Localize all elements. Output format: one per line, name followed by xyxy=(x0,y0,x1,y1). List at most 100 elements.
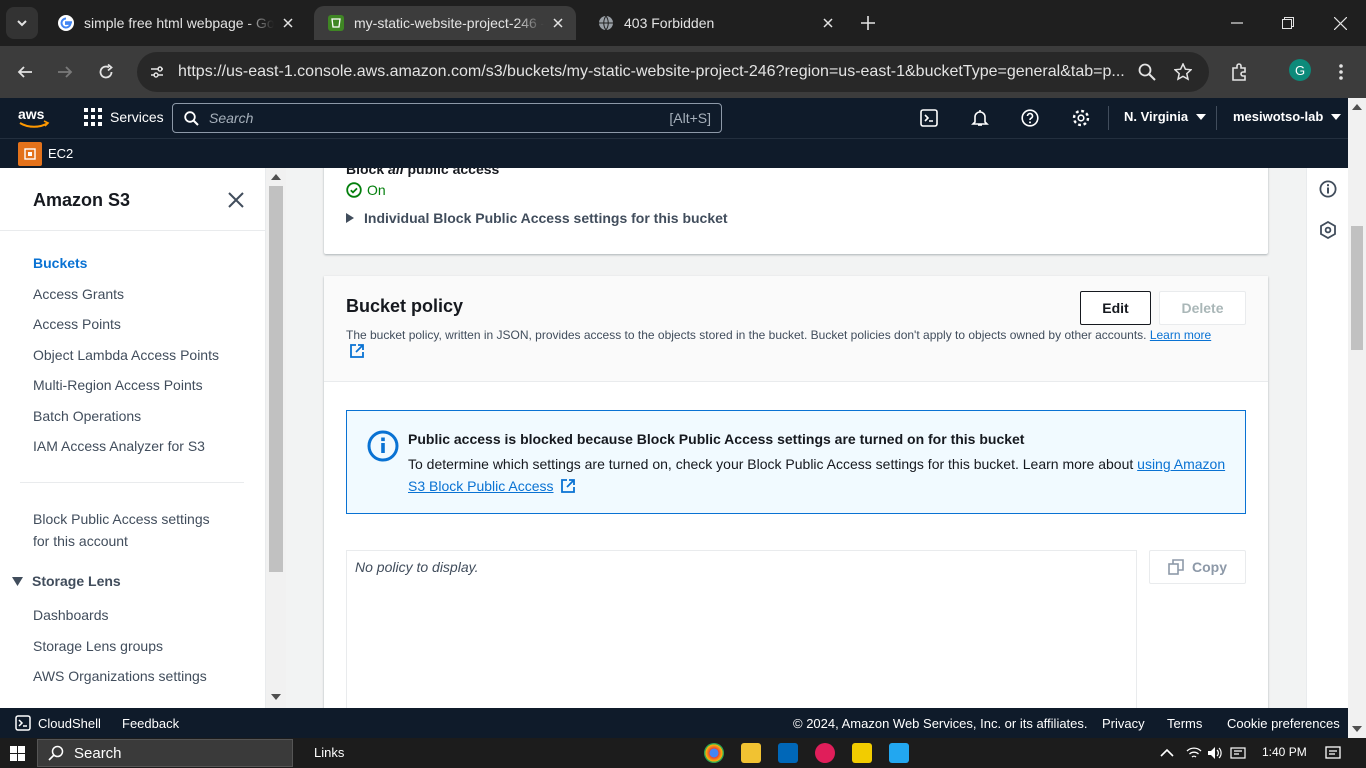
sidebar-item-bpa-account[interactable]: Block Public Access settings for this ac… xyxy=(33,508,210,552)
notification-center-icon[interactable] xyxy=(1325,745,1341,761)
storage-lens-section-toggle[interactable]: Storage Lens xyxy=(12,573,121,589)
region-selector[interactable]: N. Virginia xyxy=(1124,109,1207,124)
cookie-preferences-link[interactable]: Cookie preferences xyxy=(1227,716,1340,731)
aws-search-input[interactable]: Search [Alt+S] xyxy=(172,103,722,133)
sidebar-item-iam-analyzer[interactable]: IAM Access Analyzer for S3 xyxy=(33,435,205,457)
help-button[interactable] xyxy=(1020,108,1040,128)
restore-button[interactable] xyxy=(1277,12,1299,34)
copy-button[interactable]: Copy xyxy=(1149,550,1246,584)
scroll-down-icon[interactable] xyxy=(271,694,281,700)
policy-json-viewer[interactable]: No policy to display. xyxy=(346,550,1137,708)
sidebar-item-object-lambda[interactable]: Object Lambda Access Points xyxy=(33,344,219,366)
privacy-link[interactable]: Privacy xyxy=(1102,716,1145,731)
language-icon[interactable] xyxy=(1230,745,1246,761)
close-icon[interactable] xyxy=(228,192,244,208)
delete-button[interactable]: Delete xyxy=(1159,291,1246,325)
windows-taskbar: Search Links 1:40 PM xyxy=(0,738,1366,768)
services-menu[interactable]: Services xyxy=(84,108,164,126)
chrome-icon[interactable] xyxy=(704,743,724,763)
terms-link[interactable]: Terms xyxy=(1167,716,1202,731)
browser-menu-button[interactable] xyxy=(1329,60,1353,84)
settings-button[interactable] xyxy=(1071,108,1091,128)
divider xyxy=(0,230,265,231)
profile-avatar[interactable]: G xyxy=(1289,59,1311,81)
minimize-icon xyxy=(1231,22,1243,24)
close-icon[interactable] xyxy=(280,15,296,31)
outlook-icon[interactable] xyxy=(778,743,798,763)
aws-logo-icon[interactable]: aws xyxy=(17,107,51,129)
zoom-icon[interactable] xyxy=(1138,63,1156,81)
external-link-icon[interactable] xyxy=(350,344,364,358)
edit-button[interactable]: Edit xyxy=(1080,291,1151,325)
check-circle-icon xyxy=(346,182,362,198)
tab-s3-bucket[interactable]: my-static-website-project-246 - S3 bucke… xyxy=(314,6,576,40)
external-link-icon[interactable] xyxy=(561,479,576,493)
media-player-icon[interactable] xyxy=(852,743,872,763)
close-icon[interactable] xyxy=(820,15,836,31)
close-icon[interactable] xyxy=(550,15,566,31)
reload-icon xyxy=(99,64,113,79)
sidebar-item-storage-lens-groups[interactable]: Storage Lens groups xyxy=(33,635,163,657)
file-explorer-icon[interactable] xyxy=(741,743,761,763)
scroll-thumb[interactable] xyxy=(269,186,283,572)
sidebar-item-access-points[interactable]: Access Points xyxy=(33,313,121,335)
volume-icon[interactable] xyxy=(1207,745,1223,761)
notifications-button[interactable] xyxy=(970,108,990,128)
info-panel-icon[interactable] xyxy=(1319,180,1337,198)
ec2-icon[interactable] xyxy=(18,142,42,166)
windows-start-icon[interactable] xyxy=(10,746,25,761)
ec2-favorite-link[interactable]: EC2 xyxy=(48,146,73,161)
settings-hexagon-icon[interactable] xyxy=(1319,221,1337,239)
bookmark-star-icon[interactable] xyxy=(1174,63,1192,81)
links-toolbar[interactable]: Links xyxy=(314,745,344,760)
sidebar-item-buckets[interactable]: Buckets xyxy=(33,252,87,274)
tab-google-search[interactable]: simple free html webpage - Google Search xyxy=(44,6,306,40)
taskbar-search[interactable]: Search xyxy=(37,739,293,767)
terminal-icon xyxy=(15,715,31,731)
scroll-thumb[interactable] xyxy=(1351,226,1363,350)
slack-icon[interactable] xyxy=(815,743,835,763)
reload-button[interactable] xyxy=(94,60,118,84)
address-bar[interactable]: https://us-east-1.console.aws.amazon.com… xyxy=(137,52,1209,92)
extensions-button[interactable] xyxy=(1228,60,1252,84)
sidebar-item-batch-operations[interactable]: Batch Operations xyxy=(33,405,141,427)
sidebar-item-multi-region[interactable]: Multi-Region Access Points xyxy=(33,374,203,396)
arrow-right-icon xyxy=(58,66,73,78)
scroll-down-icon[interactable] xyxy=(1352,726,1362,732)
sidenav-scrollbar[interactable] xyxy=(266,168,286,708)
url-text[interactable]: https://us-east-1.console.aws.amazon.com… xyxy=(178,63,1128,81)
chevron-up-icon[interactable] xyxy=(1160,748,1174,757)
sidebar-item-access-grants[interactable]: Access Grants xyxy=(33,283,124,305)
back-button[interactable] xyxy=(13,60,37,84)
bpa-individual-settings-expander[interactable]: Individual Block Public Access settings … xyxy=(346,210,728,226)
sidenav-title[interactable]: Amazon S3 xyxy=(33,190,130,211)
vscode-icon[interactable] xyxy=(889,743,909,763)
bucket-policy-title: Bucket policy xyxy=(346,296,464,316)
page-scrollbar[interactable] xyxy=(1348,98,1366,738)
sidebar-item-dashboards[interactable]: Dashboards xyxy=(33,604,109,626)
close-icon xyxy=(1333,16,1347,30)
sidebar-item-org-settings[interactable]: AWS Organizations settings xyxy=(33,665,207,687)
window-close-button[interactable] xyxy=(1329,12,1351,34)
browser-tab-strip: simple free html webpage - Google Search… xyxy=(0,0,1366,46)
taskbar-clock[interactable]: 1:40 PM xyxy=(1262,745,1307,759)
bpa-status: On xyxy=(346,182,386,198)
tab-403-forbidden[interactable]: 403 Forbidden xyxy=(584,6,846,40)
wifi-icon[interactable] xyxy=(1186,745,1202,761)
site-info-icon[interactable] xyxy=(149,64,165,80)
search-placeholder: Search xyxy=(209,110,254,126)
account-label: mesiwotso-lab xyxy=(1233,109,1324,124)
new-tab-button[interactable] xyxy=(857,12,879,34)
forward-button[interactable] xyxy=(53,60,77,84)
scroll-up-icon[interactable] xyxy=(271,174,281,180)
feedback-link[interactable]: Feedback xyxy=(122,716,179,731)
tab-search-button[interactable] xyxy=(6,7,38,39)
restore-icon xyxy=(1282,17,1294,29)
learn-more-link[interactable]: Learn more xyxy=(1150,328,1211,342)
minimize-button[interactable] xyxy=(1226,12,1248,34)
cloudshell-footer-button[interactable]: CloudShell xyxy=(15,715,101,731)
services-label: Services xyxy=(110,109,164,125)
account-menu[interactable]: mesiwotso-lab xyxy=(1233,109,1342,124)
scroll-up-icon[interactable] xyxy=(1352,104,1362,110)
cloudshell-button[interactable] xyxy=(919,108,939,128)
